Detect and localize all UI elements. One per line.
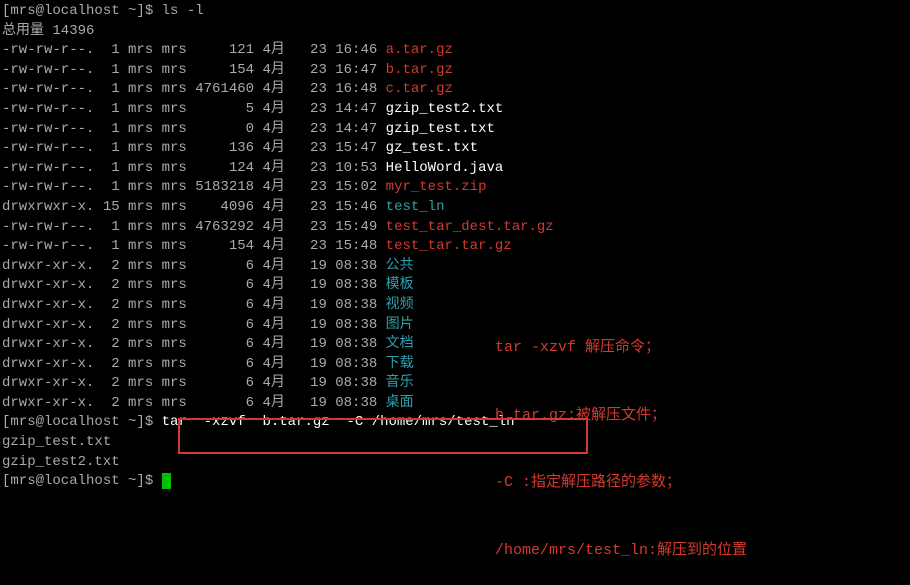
tar-output: gzip_test.txt [2,434,111,450]
annotation-line-4: /home/mrs/test_ln:解压到的位置 [495,540,747,563]
file-meta: -rw-rw-r--. 1 mrs mrs 5183218 4月 23 15:0… [2,179,386,195]
terminal-line: 总用量 14396 [2,22,908,42]
file-meta: -rw-rw-r--. 1 mrs mrs 5 4月 23 14:47 [2,101,386,117]
file-name: gzip_test2.txt [386,101,504,117]
terminal-line: [mrs@localhost ~]$ [2,472,908,492]
terminal-line: gzip_test2.txt [2,453,908,473]
annotation-text: tar -xzvf 解压命令； b.tar.gz:被解压文件； -C :指定解压… [495,292,747,585]
file-meta: -rw-rw-r--. 1 mrs mrs 4761460 4月 23 16:4… [2,81,386,97]
terminal-line: -rw-rw-r--. 1 mrs mrs 154 4月 23 15:48 te… [2,237,908,257]
shell-prompt: [mrs@localhost ~]$ [2,414,162,430]
terminal-line: gzip_test.txt [2,433,908,453]
file-meta: drwxr-xr-x. 2 mrs mrs 6 4月 19 08:38 [2,297,386,313]
terminal-line: [mrs@localhost ~]$ ls -l [2,2,908,22]
file-name: test_tar.tar.gz [386,238,512,254]
file-name: b.tar.gz [386,62,453,78]
file-name: myr_test.zip [386,179,487,195]
file-meta: -rw-rw-r--. 1 mrs mrs 121 4月 23 16:46 [2,42,386,58]
file-meta: drwxr-xr-x. 2 mrs mrs 6 4月 19 08:38 [2,375,386,391]
file-meta: -rw-rw-r--. 1 mrs mrs 154 4月 23 15:48 [2,238,386,254]
file-name: 下载 [386,356,414,372]
file-name: HelloWord.java [386,160,504,176]
file-name: 图片 [386,317,414,333]
terminal-line: drwxrwxr-x. 15 mrs mrs 4096 4月 23 15:46 … [2,198,908,218]
terminal-line: drwxr-xr-x. 2 mrs mrs 6 4月 19 08:38 公共 [2,257,908,277]
terminal-line: -rw-rw-r--. 1 mrs mrs 121 4月 23 16:46 a.… [2,41,908,61]
file-name: test_tar_dest.tar.gz [386,219,554,235]
terminal-line: [mrs@localhost ~]$ tar -xzvf b.tar.gz -C… [2,413,908,433]
cursor[interactable] [162,473,171,489]
shell-prompt: [mrs@localhost ~]$ ls -l [2,3,204,19]
tar-command[interactable]: tar -xzvf b.tar.gz -C /home/mrs/test_ln [162,414,515,430]
file-meta: -rw-rw-r--. 1 mrs mrs 0 4月 23 14:47 [2,121,386,137]
terminal-line: -rw-rw-r--. 1 mrs mrs 5183218 4月 23 15:0… [2,178,908,198]
file-meta: drwxr-xr-x. 2 mrs mrs 6 4月 19 08:38 [2,395,386,411]
file-name: c.tar.gz [386,81,453,97]
file-name: 公共 [386,258,414,274]
annotation-line-2: b.tar.gz:被解压文件； [495,405,747,428]
file-meta: drwxr-xr-x. 2 mrs mrs 6 4月 19 08:38 [2,277,386,293]
terminal-line: drwxr-xr-x. 2 mrs mrs 6 4月 19 08:38 模板 [2,276,908,296]
file-meta: drwxr-xr-x. 2 mrs mrs 6 4月 19 08:38 [2,356,386,372]
file-name: 桌面 [386,395,414,411]
file-name: 文档 [386,336,414,352]
terminal-line: -rw-rw-r--. 1 mrs mrs 0 4月 23 14:47 gzip… [2,120,908,140]
file-meta: -rw-rw-r--. 1 mrs mrs 124 4月 23 10:53 [2,160,386,176]
terminal-line: -rw-rw-r--. 1 mrs mrs 154 4月 23 16:47 b.… [2,61,908,81]
terminal-line: -rw-rw-r--. 1 mrs mrs 4763292 4月 23 15:4… [2,218,908,238]
terminal-line: drwxr-xr-x. 2 mrs mrs 6 4月 19 08:38 图片 [2,316,908,336]
terminal-line: drwxr-xr-x. 2 mrs mrs 6 4月 19 08:38 音乐 [2,374,908,394]
file-meta: drwxr-xr-x. 2 mrs mrs 6 4月 19 08:38 [2,258,386,274]
file-meta: drwxr-xr-x. 2 mrs mrs 6 4月 19 08:38 [2,336,386,352]
file-meta: -rw-rw-r--. 1 mrs mrs 136 4月 23 15:47 [2,140,386,156]
tar-output: gzip_test2.txt [2,454,120,470]
file-meta: drwxrwxr-x. 15 mrs mrs 4096 4月 23 15:46 [2,199,386,215]
file-meta: drwxr-xr-x. 2 mrs mrs 6 4月 19 08:38 [2,317,386,333]
terminal-line: -rw-rw-r--. 1 mrs mrs 5 4月 23 14:47 gzip… [2,100,908,120]
file-name: 模板 [386,277,414,293]
file-name: 视频 [386,297,414,313]
terminal-output: [mrs@localhost ~]$ ls -l 总用量 14396 -rw-rw-… [2,2,908,492]
file-name: 音乐 [386,375,414,391]
file-name: test_ln [386,199,445,215]
file-meta: -rw-rw-r--. 1 mrs mrs 4763292 4月 23 15:4… [2,219,386,235]
terminal-line: -rw-rw-r--. 1 mrs mrs 136 4月 23 15:47 gz… [2,139,908,159]
terminal-line: -rw-rw-r--. 1 mrs mrs 124 4月 23 10:53 He… [2,159,908,179]
total-line: 总用量 14396 [2,23,94,39]
file-name: gz_test.txt [386,140,478,156]
annotation-line-3: -C :指定解压路径的参数； [495,472,747,495]
terminal-line: drwxr-xr-x. 2 mrs mrs 6 4月 19 08:38 桌面 [2,394,908,414]
terminal-line: drwxr-xr-x. 2 mrs mrs 6 4月 19 08:38 视频 [2,296,908,316]
shell-prompt: [mrs@localhost ~]$ [2,473,162,489]
annotation-line-1: tar -xzvf 解压命令； [495,337,747,360]
file-meta: -rw-rw-r--. 1 mrs mrs 154 4月 23 16:47 [2,62,386,78]
file-name: gzip_test.txt [386,121,495,137]
file-name: a.tar.gz [386,42,453,58]
terminal-line: drwxr-xr-x. 2 mrs mrs 6 4月 19 08:38 下载 [2,355,908,375]
terminal-line: -rw-rw-r--. 1 mrs mrs 4761460 4月 23 16:4… [2,80,908,100]
terminal-line: drwxr-xr-x. 2 mrs mrs 6 4月 19 08:38 文档 [2,335,908,355]
